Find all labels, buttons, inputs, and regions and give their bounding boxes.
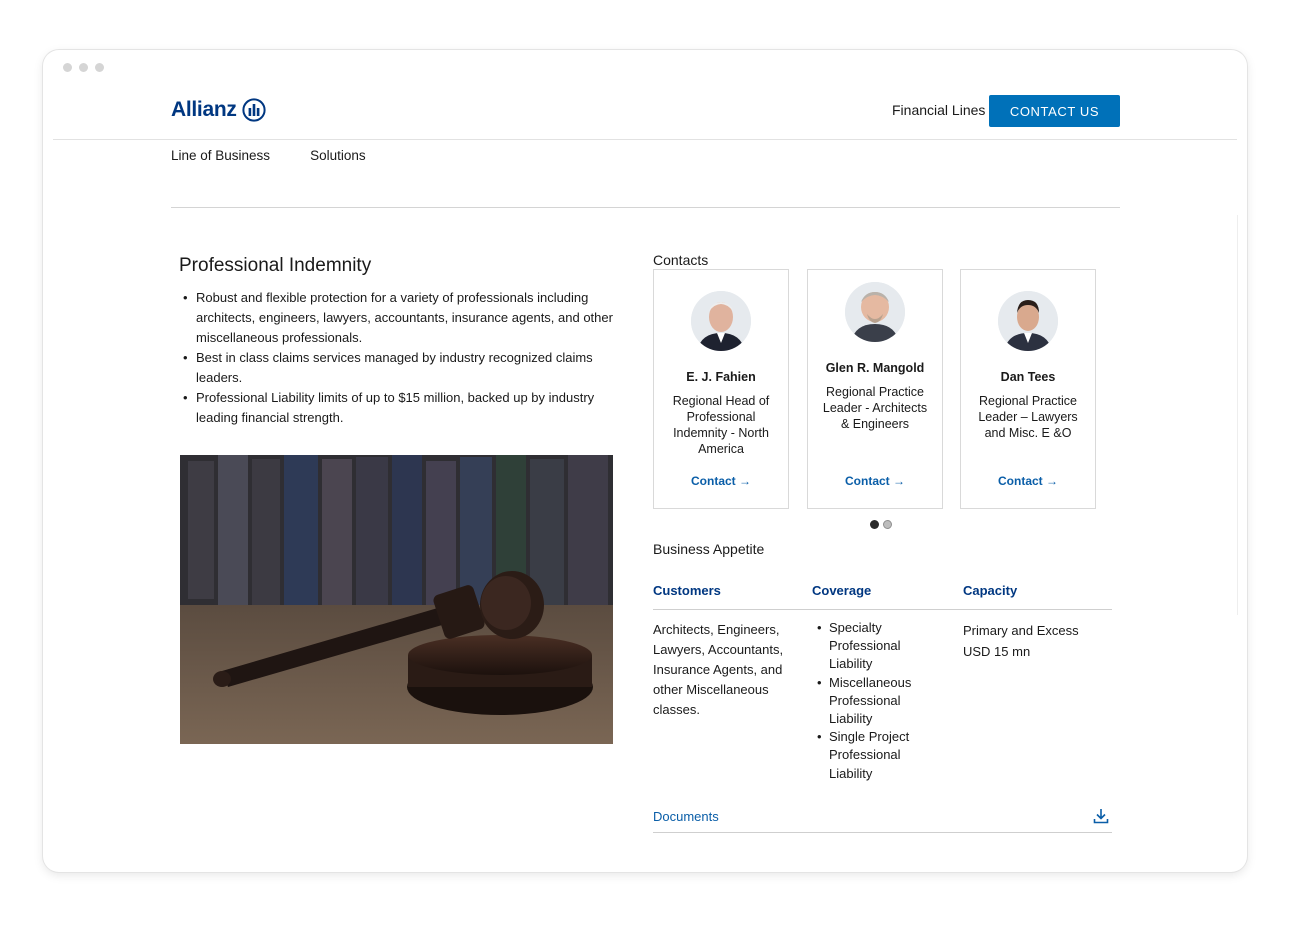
gavel-image — [180, 455, 613, 744]
content-edge — [1237, 215, 1238, 615]
customers-cell: Architects, Engineers, Lawyers, Accounta… — [653, 622, 784, 717]
nav-item-line-of-business[interactable]: Line of Business — [171, 148, 270, 163]
header-divider — [53, 139, 1237, 140]
product-bullet: Robust and flexible protection for a var… — [179, 288, 619, 348]
avatar — [845, 282, 905, 342]
product-bullet: Best in class claims services managed by… — [179, 348, 619, 388]
table-header-divider — [653, 609, 1112, 610]
person-photo-icon — [998, 291, 1058, 351]
carousel-pager — [870, 520, 892, 529]
main-nav: Line of Business Solutions — [171, 148, 366, 163]
nav-item-solutions[interactable]: Solutions — [310, 148, 366, 163]
pager-dot-active[interactable] — [870, 520, 879, 529]
coverage-item: Specialty Professional Liability — [816, 619, 936, 674]
contact-role: Regional Practice Leader – Lawyers and M… — [978, 394, 1078, 440]
product-bullet: Professional Liability limits of up to $… — [179, 388, 619, 428]
contact-card: E. J. Fahien Regional Head of Profession… — [653, 269, 789, 509]
contacts-heading: Contacts — [653, 252, 709, 268]
contact-card: Glen R. Mangold Regional Practice Leader… — [807, 269, 943, 509]
contact-us-button[interactable]: CONTACT US — [989, 95, 1120, 127]
documents-divider — [653, 832, 1112, 833]
pager-dot[interactable] — [883, 520, 892, 529]
person-photo-icon — [691, 291, 751, 351]
nav-divider — [171, 207, 1120, 208]
gavel-illustration — [180, 455, 613, 744]
product-bullets: Robust and flexible protection for a var… — [179, 288, 619, 428]
contact-card: Dan Tees Regional Practice Leader – Lawy… — [960, 269, 1096, 509]
documents-link[interactable]: Documents — [653, 809, 719, 824]
financial-lines-link[interactable]: Financial Lines — [892, 102, 985, 118]
coverage-item: Single Project Professional Liability — [816, 728, 936, 783]
avatar — [998, 291, 1058, 351]
coverage-item: Miscellaneous Professional Liability — [816, 674, 936, 729]
browser-window: Allianz Financial Lines CONTACT US Line … — [43, 50, 1247, 872]
product-title: Professional Indemnity — [179, 255, 372, 276]
download-icon[interactable] — [1092, 807, 1110, 825]
column-header-capacity: Capacity — [963, 583, 1018, 598]
contact-link[interactable]: Contact → — [961, 474, 1095, 488]
contact-link[interactable]: Contact → — [654, 474, 788, 488]
person-photo-icon — [845, 282, 905, 342]
contact-role: Regional Head of Professional Indemnity … — [672, 394, 770, 456]
business-appetite-heading: Business Appetite — [653, 541, 765, 557]
brand-name: Allianz — [171, 98, 237, 121]
contact-role: Regional Practice Leader - Architects & … — [822, 385, 928, 431]
site-header: Allianz Financial Lines CONTACT US — [43, 50, 1247, 140]
contact-name: E. J. Fahien — [686, 370, 756, 384]
contact-link[interactable]: Contact → — [808, 474, 942, 488]
column-header-coverage: Coverage — [812, 583, 872, 598]
capacity-cell: Primary and Excess USD 15 mn — [963, 623, 1079, 659]
avatar — [691, 291, 751, 351]
contact-name: Glen R. Mangold — [825, 361, 925, 375]
coverage-list: Specialty Professional Liability Miscell… — [816, 619, 936, 783]
allianz-logo[interactable]: Allianz — [171, 98, 266, 122]
column-header-customers: Customers — [653, 583, 721, 598]
contact-name: Dan Tees — [1000, 370, 1056, 384]
allianz-eagle-icon — [241, 98, 266, 122]
